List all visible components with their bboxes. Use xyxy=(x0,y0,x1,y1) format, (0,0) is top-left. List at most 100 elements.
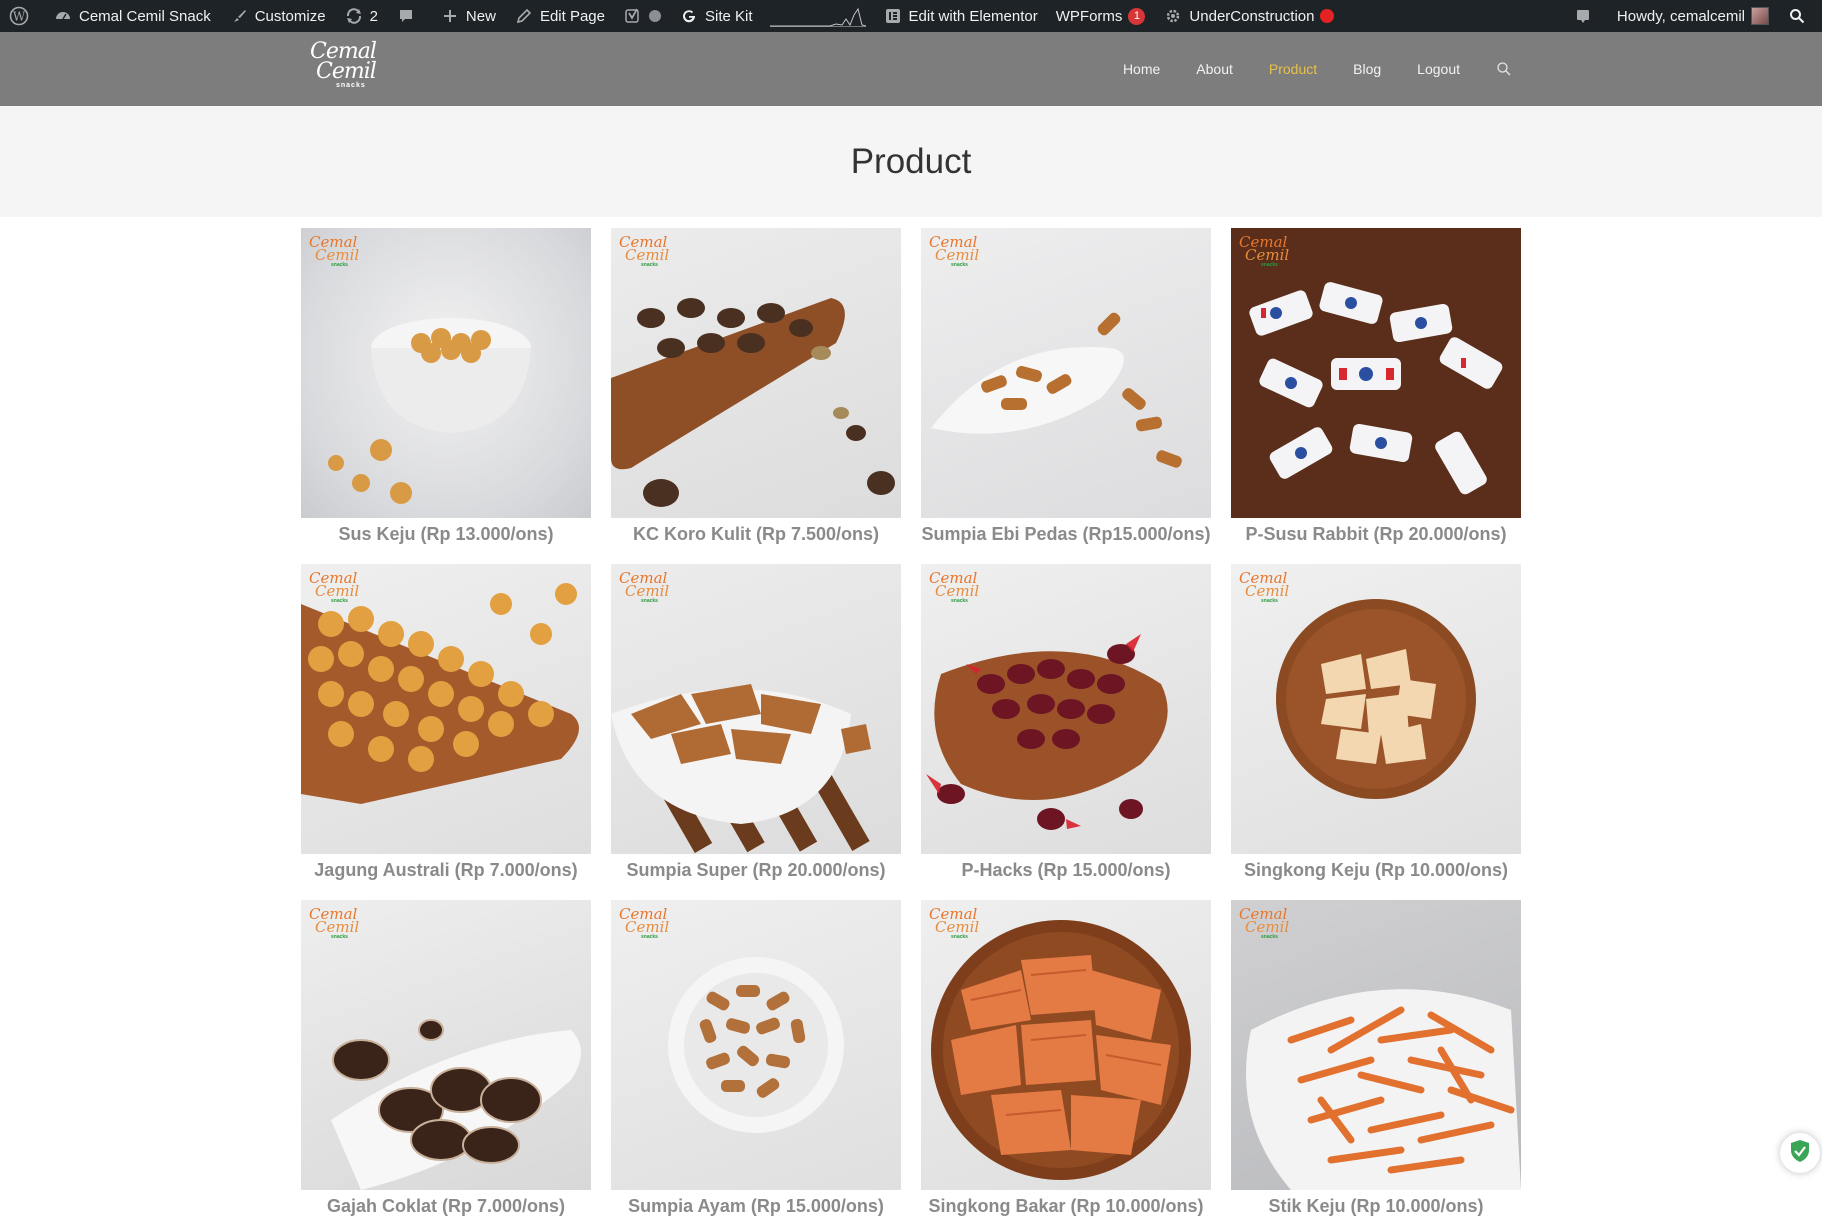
product-image-gajah-coklat[interactable]: Cemal Cemil snacks xyxy=(301,900,591,1190)
product-caption[interactable]: P-Hacks (Rp 15.000/ons) xyxy=(921,860,1211,881)
updates-count: 2 xyxy=(369,7,378,25)
site-logo[interactable]: Cemal Cemil snacks xyxy=(310,41,377,96)
nav-about[interactable]: About xyxy=(1196,61,1233,77)
nav-home[interactable]: Home xyxy=(1123,61,1160,77)
wpforms-link[interactable]: WPForms 1 xyxy=(1047,0,1155,32)
google-g-icon xyxy=(679,6,699,26)
product-image-sumpia-super[interactable]: Cemal Cemil snacks xyxy=(611,564,901,854)
nav-blog[interactable]: Blog xyxy=(1353,61,1381,77)
product-image-jagung-australi[interactable]: Cemal Cemil snacks xyxy=(301,564,591,854)
product-card[interactable]: Cemal Cemil snacks Singkong Bakar (Rp 10.0… xyxy=(921,900,1211,1217)
product-image-sumpia-ayam[interactable]: Cemal Cemil snacks xyxy=(611,900,901,1190)
updates-link[interactable]: 2 xyxy=(335,0,387,32)
notification-icon xyxy=(1573,6,1593,26)
watermark-logo: Cemal Cemil snacks xyxy=(619,905,670,941)
product-caption[interactable]: Singkong Bakar (Rp 10.000/ons) xyxy=(921,1196,1211,1217)
admin-search-button[interactable] xyxy=(1778,0,1822,32)
product-image-p-susu-rabbit[interactable]: Cemal Cemil snacks xyxy=(1231,228,1521,518)
search-icon xyxy=(1787,6,1807,26)
product-caption[interactable]: Jagung Australi (Rp 7.000/ons) xyxy=(301,860,591,881)
howdy-label: Howdy, cemalcemil xyxy=(1616,7,1745,25)
under-construction-link[interactable]: UnderConstruction xyxy=(1154,0,1343,32)
product-caption[interactable]: Sus Keju (Rp 13.000/ons) xyxy=(301,524,591,545)
watermark-logo: Cemal Cemil snacks xyxy=(1239,905,1290,941)
product-image-p-hacks[interactable]: Cemal Cemil snacks xyxy=(921,564,1211,854)
comment-icon xyxy=(396,6,416,26)
watermark-logo: Cemal Cemil snacks xyxy=(929,233,980,269)
watermark-logo: Cemal Cemil snacks xyxy=(929,905,980,941)
product-card[interactable]: Cemal Cemil snacks Sus Keju (Rp 13.000/ons… xyxy=(301,228,591,545)
nav-logout[interactable]: Logout xyxy=(1417,61,1460,77)
watermark-logo: Cemal Cemil snacks xyxy=(929,569,980,605)
paintbrush-icon xyxy=(229,6,249,26)
site-name-link[interactable]: Cemal Cemil Snack xyxy=(44,0,220,32)
new-label: New xyxy=(465,7,496,25)
product-caption[interactable]: Gajah Coklat (Rp 7.000/ons) xyxy=(301,1196,591,1217)
product-caption[interactable]: Sumpia Ayam (Rp 15.000/ons) xyxy=(611,1196,901,1217)
site-name-label: Cemal Cemil Snack xyxy=(79,7,211,25)
product-card[interactable]: Cemal Cemil snacks Gajah Coklat (Rp 7.000/… xyxy=(301,900,591,1217)
refresh-icon xyxy=(344,6,364,26)
product-card[interactable]: Cemal Cemil snacks KC Koro Kulit (Rp 7.500… xyxy=(611,228,901,545)
shield-check-icon xyxy=(1789,1139,1811,1168)
notifications-link[interactable] xyxy=(1564,0,1608,32)
elementor-icon xyxy=(883,6,903,26)
customize-link[interactable]: Customize xyxy=(220,0,335,32)
watermark-logo: Cemal Cemil snacks xyxy=(619,569,670,605)
watermark-logo: Cemal Cemil snacks xyxy=(619,233,670,269)
site-kit-label: Site Kit xyxy=(704,7,753,25)
product-card[interactable]: Cemal Cemil snacks Jagung Australi (Rp 7.0… xyxy=(301,564,591,881)
nav-product[interactable]: Product xyxy=(1269,61,1317,77)
product-caption[interactable]: Singkong Keju (Rp 10.000/ons) xyxy=(1231,860,1521,881)
product-card[interactable]: Cemal Cemil snacks P-Hacks (Rp 15.000/ons) xyxy=(921,564,1211,881)
avatar xyxy=(1751,7,1769,25)
site-kit-link[interactable]: Site Kit xyxy=(670,0,762,32)
watermark-logo: Cemal Cemil snacks xyxy=(309,905,360,941)
page-title: Product xyxy=(850,141,972,181)
product-caption[interactable]: P-Susu Rabbit (Rp 20.000/ons) xyxy=(1231,524,1521,545)
seo-status-dot xyxy=(648,10,661,22)
stats-sparkline[interactable] xyxy=(769,5,866,27)
edit-page-label: Edit Page xyxy=(539,7,605,25)
product-card[interactable]: Cemal Cemil snacks Sumpia Ayam (Rp 15.000/… xyxy=(611,900,901,1217)
admin-bar: W Cemal Cemil Snack Customize 2 New Edit… xyxy=(0,0,1822,32)
product-image-singkong-bakar[interactable]: Cemal Cemil snacks xyxy=(921,900,1211,1190)
under-construction-label: UnderConstruction xyxy=(1189,7,1315,25)
wpforms-badge: 1 xyxy=(1128,7,1146,25)
product-card[interactable]: Cemal Cemil snacks P-Susu Rabbit (Rp 20.00… xyxy=(1231,228,1521,545)
product-caption[interactable]: KC Koro Kulit (Rp 7.500/ons) xyxy=(611,524,901,545)
product-card[interactable]: Cemal Cemil snacks Stik Keju (Rp 10.000/on… xyxy=(1231,900,1521,1217)
watermark-logo: Cemal Cemil snacks xyxy=(1239,569,1290,605)
edit-page-link[interactable]: Edit Page xyxy=(505,0,614,32)
site-header: Cemal Cemil snacks Home About Product Bl… xyxy=(0,32,1822,106)
my-account-link[interactable]: Howdy, cemalcemil xyxy=(1608,0,1778,32)
logo-line2: Cemil xyxy=(316,59,377,84)
watermark-logo: Cemal Cemil snacks xyxy=(309,569,360,605)
wordpress-icon: W xyxy=(9,6,29,26)
product-image-stik-keju[interactable]: Cemal Cemil snacks xyxy=(1231,900,1521,1190)
comments-link[interactable] xyxy=(387,0,431,32)
yoast-seo-link[interactable] xyxy=(614,0,670,32)
product-caption[interactable]: Stik Keju (Rp 10.000/ons) xyxy=(1231,1196,1521,1217)
new-content-link[interactable]: New xyxy=(431,0,505,32)
security-shield-button[interactable] xyxy=(1780,1133,1820,1173)
product-caption[interactable]: Sumpia Ebi Pedas (Rp15.000/ons) xyxy=(921,524,1211,545)
product-image-sumpia-ebi-pedas[interactable]: Cemal Cemil snacks xyxy=(921,228,1211,518)
watermark-logo: Cemal Cemil snacks xyxy=(309,233,360,269)
plus-icon xyxy=(440,6,460,26)
main-navigation: Home About Product Blog Logout xyxy=(1087,32,1512,106)
pencil-icon xyxy=(514,6,534,26)
dashboard-icon xyxy=(53,6,73,26)
elementor-link[interactable]: Edit with Elementor xyxy=(874,0,1047,32)
wordpress-logo-button[interactable]: W xyxy=(0,0,44,32)
header-search-icon[interactable] xyxy=(1496,61,1512,77)
watermark-logo: Cemal Cemil snacks xyxy=(1239,233,1290,269)
product-image-kc-koro-kulit[interactable]: Cemal Cemil snacks xyxy=(611,228,901,518)
product-card[interactable]: Cemal Cemil snacks Sumpia Super (Rp 20.000… xyxy=(611,564,901,881)
product-card[interactable]: Cemal Cemil snacks Singkong Keju (Rp 10.00… xyxy=(1231,564,1521,881)
product-image-sus-keju[interactable]: Cemal Cemil snacks xyxy=(301,228,591,518)
product-card[interactable]: Cemal Cemil snacks Sumpia Ebi Pedas (Rp15.… xyxy=(921,228,1211,545)
product-image-singkong-keju[interactable]: Cemal Cemil snacks xyxy=(1231,564,1521,854)
product-caption[interactable]: Sumpia Super (Rp 20.000/ons) xyxy=(611,860,901,881)
yoast-icon xyxy=(623,6,643,26)
